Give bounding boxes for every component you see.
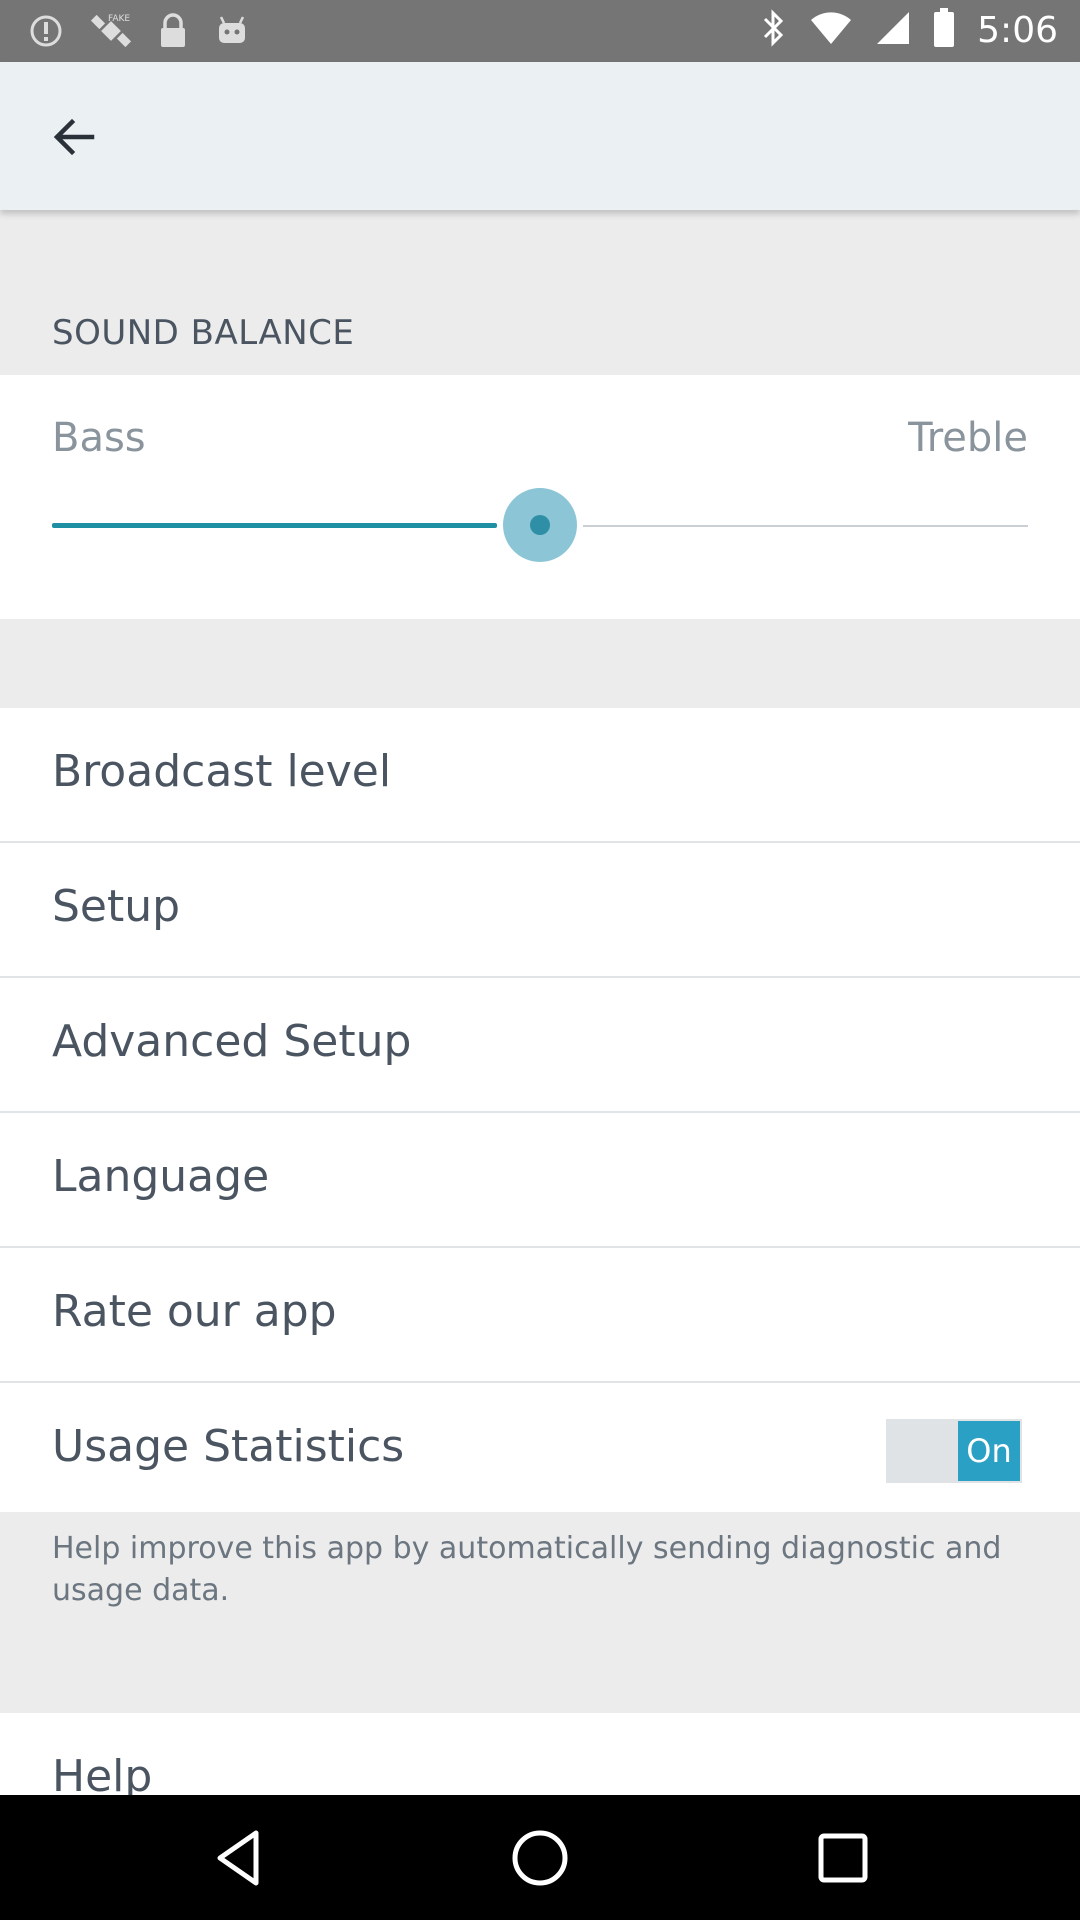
alert-icon <box>28 13 64 53</box>
slider-track-remaining <box>583 525 1028 527</box>
navigation-bar <box>0 1795 1080 1920</box>
menu-item-rate-our-app[interactable]: Rate our app <box>0 1248 1080 1383</box>
slider-thumb[interactable] <box>503 488 577 562</box>
status-bar-system: 5:06 <box>761 8 1058 52</box>
usage-statistics-label: Usage Statistics <box>52 1421 405 1472</box>
wifi-icon <box>809 10 853 50</box>
nav-recents-button[interactable] <box>810 1825 876 1891</box>
section-header-sound-balance: SOUND BALANCE <box>52 313 355 353</box>
treble-label: Treble <box>908 415 1028 461</box>
back-button[interactable] <box>44 108 102 166</box>
sound-balance-card: Bass Treble <box>0 375 1080 619</box>
usage-statistics-toggle[interactable]: On <box>886 1419 1022 1483</box>
slider-track-filled <box>52 523 497 528</box>
menu-item-usage-statistics: Usage Statistics On <box>0 1383 1080 1516</box>
usage-statistics-description-area: Help improve this app by automatically s… <box>0 1512 1080 1712</box>
menu-item-label: Broadcast level <box>52 746 392 797</box>
back-triangle-icon <box>217 1830 259 1886</box>
menu-item-setup[interactable]: Setup <box>0 843 1080 978</box>
status-bar: FAKE 5:06 <box>0 0 1080 62</box>
menu-item-language[interactable]: Language <box>0 1113 1080 1248</box>
settings-list: Broadcast level Setup Advanced Setup Lan… <box>0 708 1080 1516</box>
nav-home-button[interactable] <box>507 1825 573 1891</box>
toggle-state-label: On <box>958 1421 1020 1481</box>
svg-text:FAKE: FAKE <box>108 14 130 24</box>
satellite-icon: FAKE <box>90 10 132 56</box>
status-bar-notifications: FAKE <box>28 10 250 56</box>
menu-item-label: Language <box>52 1151 270 1202</box>
app-bar <box>0 62 1080 210</box>
android-icon <box>214 13 250 53</box>
signal-icon <box>875 10 911 50</box>
bass-treble-slider[interactable] <box>52 488 1028 562</box>
menu-item-label: Help <box>52 1751 153 1795</box>
menu-item-label: Setup <box>52 881 181 932</box>
bass-label: Bass <box>52 415 146 461</box>
battery-icon <box>933 8 955 52</box>
menu-item-help[interactable]: Help <box>0 1713 1080 1795</box>
home-circle-icon <box>512 1830 568 1886</box>
bluetooth-icon <box>761 8 787 52</box>
menu-item-advanced-setup[interactable]: Advanced Setup <box>0 978 1080 1113</box>
recents-square-icon <box>818 1833 868 1883</box>
usage-statistics-description: Help improve this app by automatically s… <box>52 1531 1002 1608</box>
lock-icon <box>158 12 188 54</box>
status-time: 5:06 <box>977 9 1058 51</box>
menu-item-label: Advanced Setup <box>52 1016 412 1067</box>
menu-item-broadcast-level[interactable]: Broadcast level <box>0 708 1080 843</box>
arrow-back-icon <box>53 118 95 156</box>
slider-thumb-dot <box>530 515 550 535</box>
menu-item-label: Rate our app <box>52 1286 337 1337</box>
nav-back-button[interactable] <box>206 1825 272 1891</box>
